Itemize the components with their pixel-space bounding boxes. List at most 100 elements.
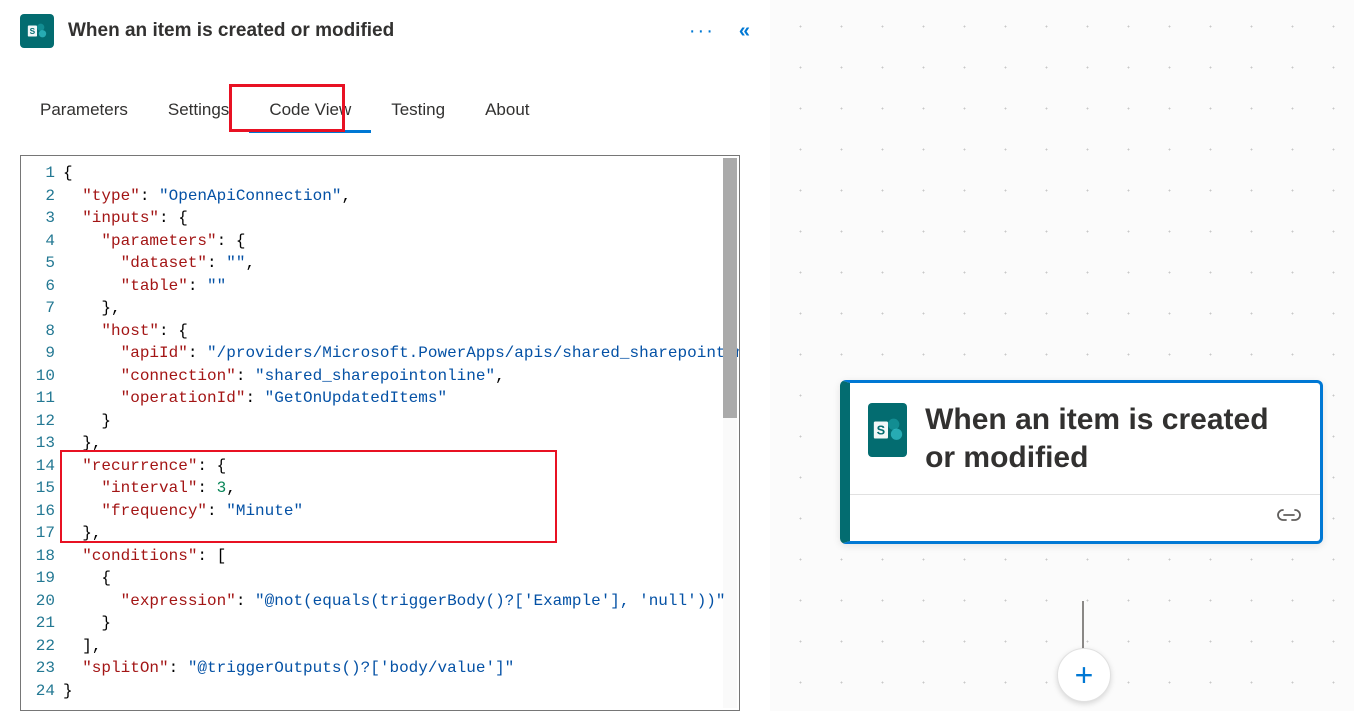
tab-codeview[interactable]: Code View [249,90,371,133]
code-token-key: "parameters" [101,232,216,250]
plus-icon: + [1075,657,1094,694]
line-number: 23 [25,657,55,680]
code-token-brace: } [63,682,73,700]
code-line[interactable]: "dataset": "", [63,252,740,275]
code-line[interactable]: }, [63,522,740,545]
code-token-punc: : [207,502,226,520]
line-number: 4 [25,230,55,253]
code-line[interactable]: { [63,567,740,590]
code-token-punc: : [207,254,226,272]
code-token-punc [63,637,82,655]
code-body[interactable]: { "type": "OpenApiConnection", "inputs":… [63,156,740,710]
code-token-key: "interval" [101,479,197,497]
code-token-punc: , [341,187,351,205]
code-line[interactable]: } [63,680,740,703]
code-line[interactable]: "frequency": "Minute" [63,500,740,523]
code-token-punc [63,547,82,565]
code-token-punc [63,254,121,272]
code-line[interactable]: "operationId": "GetOnUpdatedItems" [63,387,740,410]
code-token-key: "host" [101,322,159,340]
code-line[interactable]: ], [63,635,740,658]
line-number: 16 [25,500,55,523]
add-step-button[interactable]: + [1057,648,1111,702]
code-token-punc: : [169,659,188,677]
line-number: 17 [25,522,55,545]
code-token-punc: , [92,524,102,542]
code-token-brace: { [63,164,73,182]
vertical-scrollbar[interactable] [723,158,737,708]
trigger-card[interactable]: S When an item is created or modified [840,380,1323,544]
line-number: 11 [25,387,55,410]
svg-text:S: S [30,27,36,36]
code-token-punc [63,389,121,407]
tab-parameters[interactable]: Parameters [20,90,148,133]
code-token-punc [63,322,101,340]
code-token-brace: { [217,457,227,475]
code-line[interactable]: }, [63,432,740,455]
code-line[interactable]: "recurrence": { [63,455,740,478]
code-line[interactable]: }, [63,297,740,320]
trigger-card-title: When an item is created or modified [925,401,1298,478]
code-token-punc [63,187,82,205]
code-token-str: "GetOnUpdatedItems" [265,389,447,407]
code-token-brace: { [178,322,188,340]
code-editor[interactable]: 123456789101112131415161718192021222324 … [20,155,740,711]
code-token-str: "@triggerOutputs()?['body/value']" [188,659,514,677]
code-line[interactable]: "interval": 3, [63,477,740,500]
code-line[interactable]: "parameters": { [63,230,740,253]
code-line[interactable]: "apiId": "/providers/Microsoft.PowerApps… [63,342,740,365]
collapse-panel-button[interactable]: « [739,20,750,43]
code-token-punc [63,367,121,385]
code-token-punc [63,299,101,317]
code-line[interactable]: "splitOn": "@triggerOutputs()?['body/val… [63,657,740,680]
code-line[interactable]: "host": { [63,320,740,343]
sharepoint-glyph: S [871,413,905,447]
code-token-punc [63,412,101,430]
code-line[interactable]: "table": "" [63,275,740,298]
details-panel: S When an item is created or modified ··… [0,0,770,711]
code-token-punc: , [245,254,255,272]
code-token-punc: , [92,637,102,655]
code-line[interactable]: "expression": "@not(equals(triggerBody()… [63,590,740,613]
line-number: 1 [25,162,55,185]
code-token-brace: } [82,434,92,452]
trigger-card-footer [850,494,1320,541]
line-number: 7 [25,297,55,320]
code-token-str: "Minute" [226,502,303,520]
designer-canvas[interactable]: S When an item is created or modified + [770,0,1354,711]
code-token-brace: { [236,232,246,250]
code-line[interactable]: } [63,612,740,635]
line-number-gutter: 123456789101112131415161718192021222324 [21,156,63,710]
link-glyph [1276,505,1302,525]
code-line[interactable]: "conditions": [ [63,545,740,568]
code-line[interactable]: } [63,410,740,433]
code-token-punc: : [236,367,255,385]
code-token-punc [63,569,101,587]
code-token-str: "/providers/Microsoft.PowerApps/apis/sha… [207,344,740,362]
link-icon[interactable] [1276,505,1302,531]
sharepoint-glyph: S [26,20,48,42]
code-token-punc [63,614,101,632]
tab-about[interactable]: About [465,90,549,133]
trigger-card-header[interactable]: S When an item is created or modified [850,383,1320,494]
line-number: 13 [25,432,55,455]
tab-testing[interactable]: Testing [371,90,465,133]
code-token-key: "splitOn" [82,659,168,677]
more-options-button[interactable]: ··· [689,20,715,43]
code-line[interactable]: "inputs": { [63,207,740,230]
code-token-key: "apiId" [121,344,188,362]
code-token-punc [63,344,121,362]
code-token-key: "frequency" [101,502,207,520]
code-line[interactable]: "type": "OpenApiConnection", [63,185,740,208]
tab-settings[interactable]: Settings [148,90,249,133]
code-token-punc [63,232,101,250]
code-token-punc: : [197,479,216,497]
sharepoint-icon: S [868,403,907,457]
code-token-key: "table" [121,277,188,295]
code-token-brace: { [178,209,188,227]
code-line[interactable]: "connection": "shared_sharepointonline", [63,365,740,388]
code-token-punc: : [159,322,178,340]
code-token-key: "connection" [121,367,236,385]
scrollbar-thumb[interactable] [723,158,737,418]
code-line[interactable]: { [63,162,740,185]
